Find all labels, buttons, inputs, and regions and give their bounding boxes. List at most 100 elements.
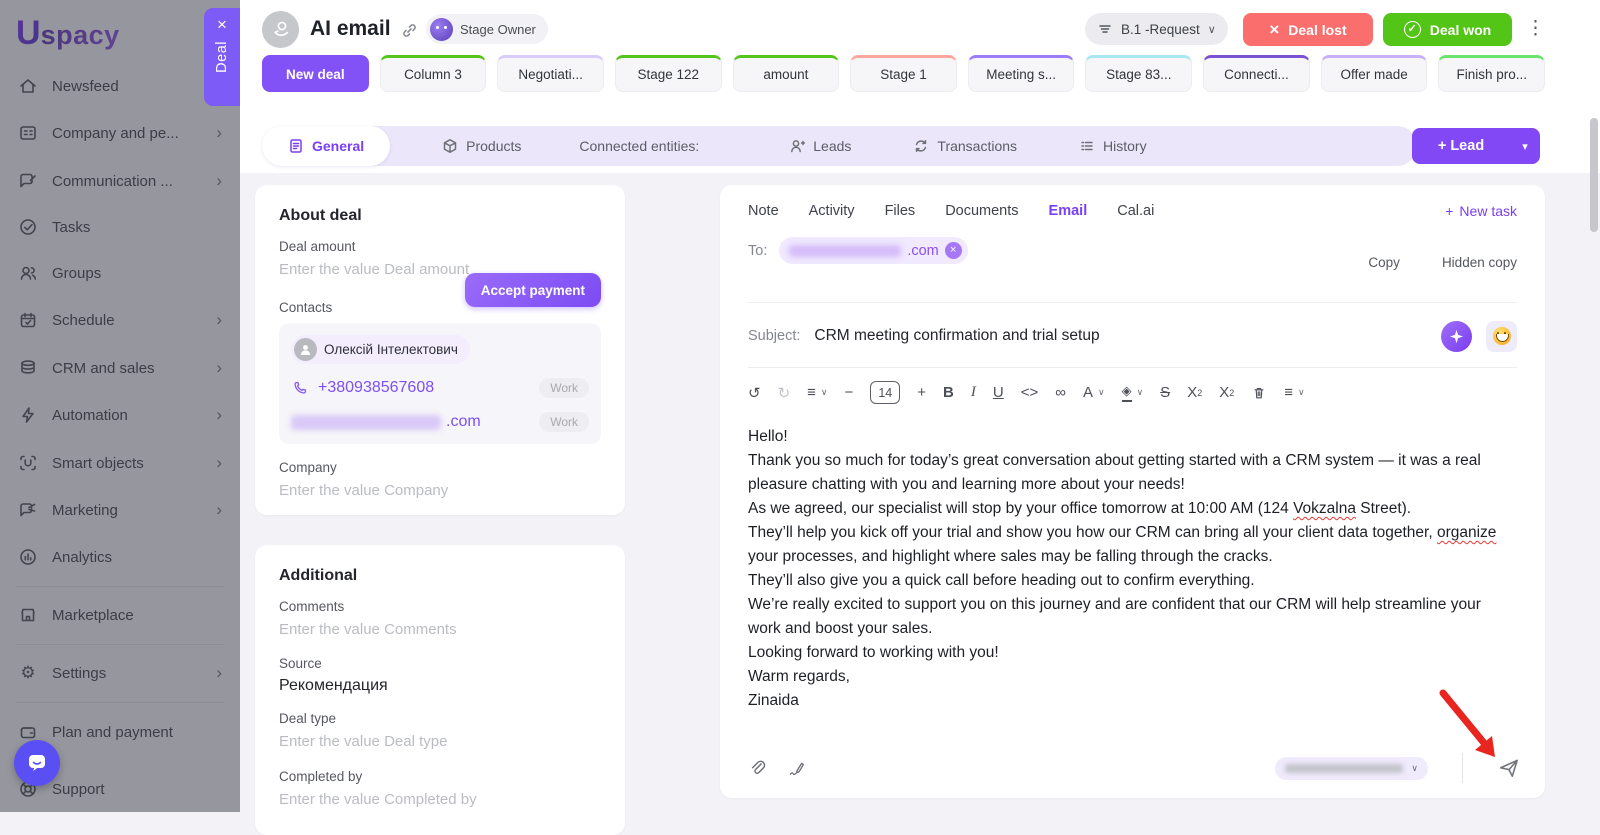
stage-chip[interactable]: New deal xyxy=(262,55,369,92)
subject-value[interactable]: CRM meeting confirmation and trial setup xyxy=(814,327,1099,345)
contact-phone[interactable]: +380938567608 xyxy=(318,379,434,397)
redacted-email xyxy=(291,415,441,430)
emoji-button[interactable] xyxy=(1486,321,1517,352)
link-icon[interactable] xyxy=(400,21,419,40)
contact-name-pill[interactable]: Олексій Інтелектович xyxy=(291,335,470,364)
page-title: AI email xyxy=(310,17,391,41)
subject-row: Subject: CRM meeting confirmation and tr… xyxy=(748,316,1517,356)
stage-chip[interactable]: Meeting s... xyxy=(968,55,1075,92)
highlight-color-icon[interactable]: ◈∨ xyxy=(1122,383,1144,402)
deal-won-button[interactable]: ✓ Deal won xyxy=(1383,13,1512,46)
send-button[interactable] xyxy=(1497,756,1521,780)
deal-lost-button[interactable]: × Deal lost xyxy=(1243,13,1373,46)
redo-icon[interactable]: ↻ xyxy=(778,384,791,402)
hidden-copy-link[interactable]: Hidden copy xyxy=(1442,255,1517,270)
vertical-scrollbar[interactable] xyxy=(1590,118,1598,232)
divider xyxy=(748,302,1517,303)
tab-history[interactable]: History xyxy=(1079,138,1147,154)
tab-activity[interactable]: Activity xyxy=(809,203,855,219)
increase-font-icon[interactable]: + xyxy=(917,384,926,401)
superscript-icon[interactable]: X2 xyxy=(1219,384,1234,401)
body-paragraph: Hello! xyxy=(748,425,1517,449)
italic-icon[interactable]: I xyxy=(971,384,976,401)
company-placeholder[interactable]: Enter the value Company xyxy=(279,481,601,501)
chat-bubble-icon xyxy=(26,752,48,774)
align-icon[interactable]: ≡∨ xyxy=(1284,384,1304,401)
caret-down-icon[interactable]: ▾ xyxy=(1510,140,1540,153)
source-value[interactable]: Рекомендация xyxy=(279,677,601,695)
deal-amount-placeholder[interactable]: Enter the value Deal amount xyxy=(279,260,479,280)
text-color-icon[interactable]: A∨ xyxy=(1083,384,1105,401)
add-lead-button[interactable]: + Lead ▾ xyxy=(1412,128,1540,164)
bold-icon[interactable]: B xyxy=(943,384,954,401)
email-body[interactable]: Hello! Thank you so much for today’s gre… xyxy=(748,425,1517,713)
attach-file-icon[interactable] xyxy=(748,759,767,778)
underline-icon[interactable]: U xyxy=(993,384,1004,401)
copy-row: Copy Hidden copy xyxy=(748,255,1517,270)
pipeline-stages: New deal Column 3 Negotiati... Stage 122… xyxy=(262,55,1545,92)
plus-icon: + xyxy=(1438,138,1446,154)
strikethrough-icon[interactable]: S xyxy=(1160,384,1170,401)
contact-email-suffix[interactable]: .com xyxy=(446,413,481,431)
tab-documents[interactable]: Documents xyxy=(945,203,1018,219)
tab-cal-ai[interactable]: Cal.ai xyxy=(1117,203,1154,219)
stage-chip[interactable]: Column 3 xyxy=(380,55,487,92)
stage-chip[interactable]: Stage 1 xyxy=(850,55,957,92)
support-chat-button[interactable] xyxy=(14,740,60,786)
additional-title: Additional xyxy=(279,567,601,585)
close-icon[interactable]: × xyxy=(217,16,227,33)
stage-chip[interactable]: Negotiati... xyxy=(497,55,604,92)
stage-chip[interactable]: Offer made xyxy=(1321,55,1428,92)
comments-label: Comments xyxy=(279,599,601,614)
signature-select[interactable]: ∨ xyxy=(1275,757,1428,780)
stage-chip[interactable]: amount xyxy=(733,55,840,92)
composer-footer: ∨ xyxy=(720,746,1545,798)
email-type-tag: Work xyxy=(539,412,589,432)
comments-placeholder[interactable]: Enter the value Comments xyxy=(279,620,601,640)
sparkle-icon xyxy=(1449,329,1464,344)
filter-icon xyxy=(1097,21,1113,37)
deal-panel: AI email Stage Owner B.1 -Request ∨ × De… xyxy=(240,0,1600,812)
deal-avatar xyxy=(262,11,299,48)
font-size-box[interactable]: 14 xyxy=(870,381,900,404)
stage-chip[interactable]: Connecti... xyxy=(1203,55,1310,92)
insert-link-icon[interactable]: ∞ xyxy=(1055,384,1066,401)
stage-owner-pill[interactable]: Stage Owner xyxy=(426,14,548,44)
clear-format-icon[interactable] xyxy=(1251,385,1267,401)
stage-chip[interactable]: Stage 83... xyxy=(1085,55,1192,92)
code-icon[interactable]: <> xyxy=(1021,384,1039,401)
funnel-stage-select[interactable]: B.1 -Request ∨ xyxy=(1085,13,1228,45)
completed-by-placeholder[interactable]: Enter the value Completed by xyxy=(279,790,601,810)
stage-chip[interactable]: Finish pro... xyxy=(1438,55,1545,92)
decrease-font-icon[interactable]: − xyxy=(845,384,854,401)
tab-email[interactable]: Email xyxy=(1049,203,1088,219)
deal-type-placeholder[interactable]: Enter the value Deal type xyxy=(279,732,601,752)
contact-phone-row: +380938567608 Work xyxy=(291,378,589,398)
smiley-icon xyxy=(1493,327,1511,345)
divider xyxy=(1462,753,1463,783)
body-paragraph: Warm regards, xyxy=(748,665,1517,689)
line-spacing-icon[interactable]: ≡∨ xyxy=(807,384,827,401)
tab-leads[interactable]: Leads xyxy=(789,138,851,154)
deal-slideover-tab[interactable]: × Deal xyxy=(204,8,240,106)
accept-payment-button[interactable]: Accept payment xyxy=(465,273,601,307)
divider xyxy=(748,367,1517,368)
ai-assistant-button[interactable] xyxy=(1441,321,1472,352)
tab-products[interactable]: Products xyxy=(442,138,521,154)
source-label: Source xyxy=(279,656,601,671)
tab-transactions[interactable]: Transactions xyxy=(913,138,1017,154)
more-options-icon[interactable]: ⋮ xyxy=(1526,17,1545,40)
signature-icon[interactable] xyxy=(787,759,806,778)
tab-general[interactable]: General xyxy=(262,126,390,166)
tab-files[interactable]: Files xyxy=(885,203,916,219)
sidebar-dim-overlay xyxy=(0,0,240,812)
tab-connected-entities[interactable]: Connected entities: xyxy=(579,138,699,154)
tab-note[interactable]: Note xyxy=(748,203,779,219)
new-task-button[interactable]: +New task xyxy=(1445,203,1517,219)
contact-email-row: .com Work xyxy=(291,412,589,432)
subscript-icon[interactable]: X2 xyxy=(1187,384,1202,401)
undo-icon[interactable]: ↺ xyxy=(748,384,761,402)
stage-chip[interactable]: Stage 122 xyxy=(615,55,722,92)
copy-link[interactable]: Copy xyxy=(1368,255,1400,270)
body-paragraph: They’ll help you kick off your trial and… xyxy=(748,521,1517,569)
